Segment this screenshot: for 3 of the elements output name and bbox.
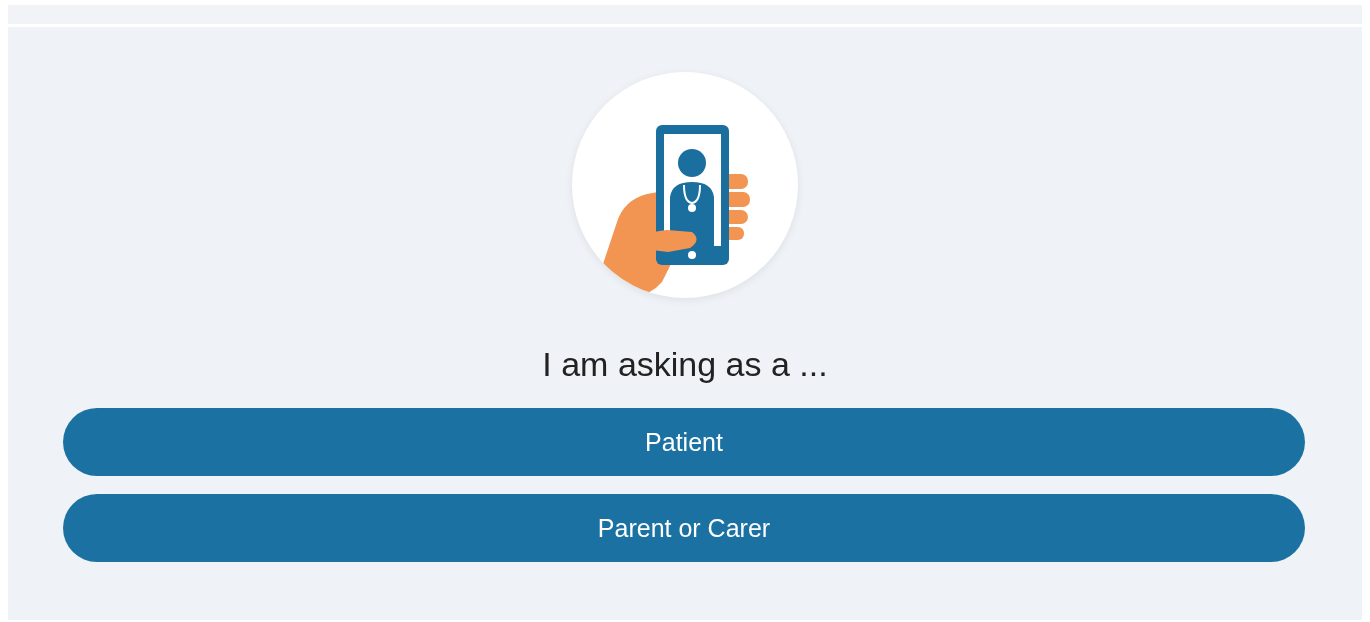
option-button[interactable]: Parent or Carer	[63, 494, 1305, 562]
option-button[interactable]: Patient	[63, 408, 1305, 476]
prompt-heading: I am asking as a ...	[542, 344, 828, 384]
